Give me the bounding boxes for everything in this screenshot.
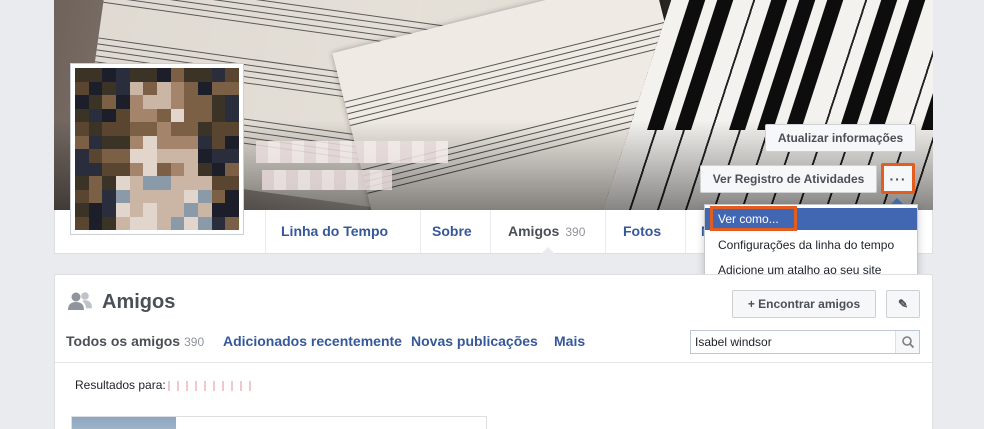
view-as-highlight-box bbox=[710, 206, 797, 231]
menu-item-timeline-settings[interactable]: Configurações da linha do tempo bbox=[705, 234, 917, 256]
friends-icon bbox=[68, 292, 92, 310]
tab-timeline[interactable]: Linha do Tempo bbox=[265, 210, 420, 253]
ellipsis-icon: ··· bbox=[889, 171, 907, 187]
friends-search-input[interactable] bbox=[691, 331, 891, 353]
profile-name-blurred bbox=[256, 141, 448, 163]
tab-more-friends[interactable]: Mais bbox=[554, 333, 585, 349]
tab-friends[interactable]: Amigos 390 bbox=[490, 210, 605, 254]
more-options-button[interactable]: ··· bbox=[881, 163, 915, 194]
pencil-icon: ✎ bbox=[897, 297, 909, 311]
find-friends-button[interactable]: + Encontrar amigos bbox=[732, 290, 876, 318]
friends-title: Amigos bbox=[102, 291, 176, 313]
tab-photos[interactable]: Fotos bbox=[605, 210, 685, 253]
friends-search bbox=[690, 330, 920, 354]
search-results-label: Resultados para: bbox=[75, 378, 254, 392]
divider bbox=[55, 362, 932, 363]
update-info-button[interactable]: Atualizar informações bbox=[765, 124, 916, 152]
friend-result-card[interactable] bbox=[71, 416, 487, 429]
tab-recently-added[interactable]: Adicionados recentemente bbox=[223, 333, 402, 349]
friends-section: Amigos + Encontrar amigos ✎ Todos os ami… bbox=[54, 274, 933, 429]
profile-picture[interactable] bbox=[70, 63, 244, 235]
profile-subtitle-blurred bbox=[262, 170, 392, 190]
results-query-blurred bbox=[167, 380, 254, 391]
tab-about[interactable]: Sobre bbox=[420, 210, 490, 253]
tab-all-friends[interactable]: Todos os amigos 390 bbox=[66, 333, 204, 349]
edit-friends-button[interactable]: ✎ bbox=[886, 290, 920, 318]
profile-picture-image bbox=[75, 68, 239, 230]
tab-new-posts[interactable]: Novas publicações bbox=[411, 333, 538, 349]
friend-thumbnail[interactable] bbox=[72, 417, 176, 429]
activity-log-button[interactable]: Ver Registro de Atividades bbox=[700, 165, 877, 193]
search-button[interactable] bbox=[895, 331, 919, 353]
search-icon bbox=[902, 336, 915, 349]
